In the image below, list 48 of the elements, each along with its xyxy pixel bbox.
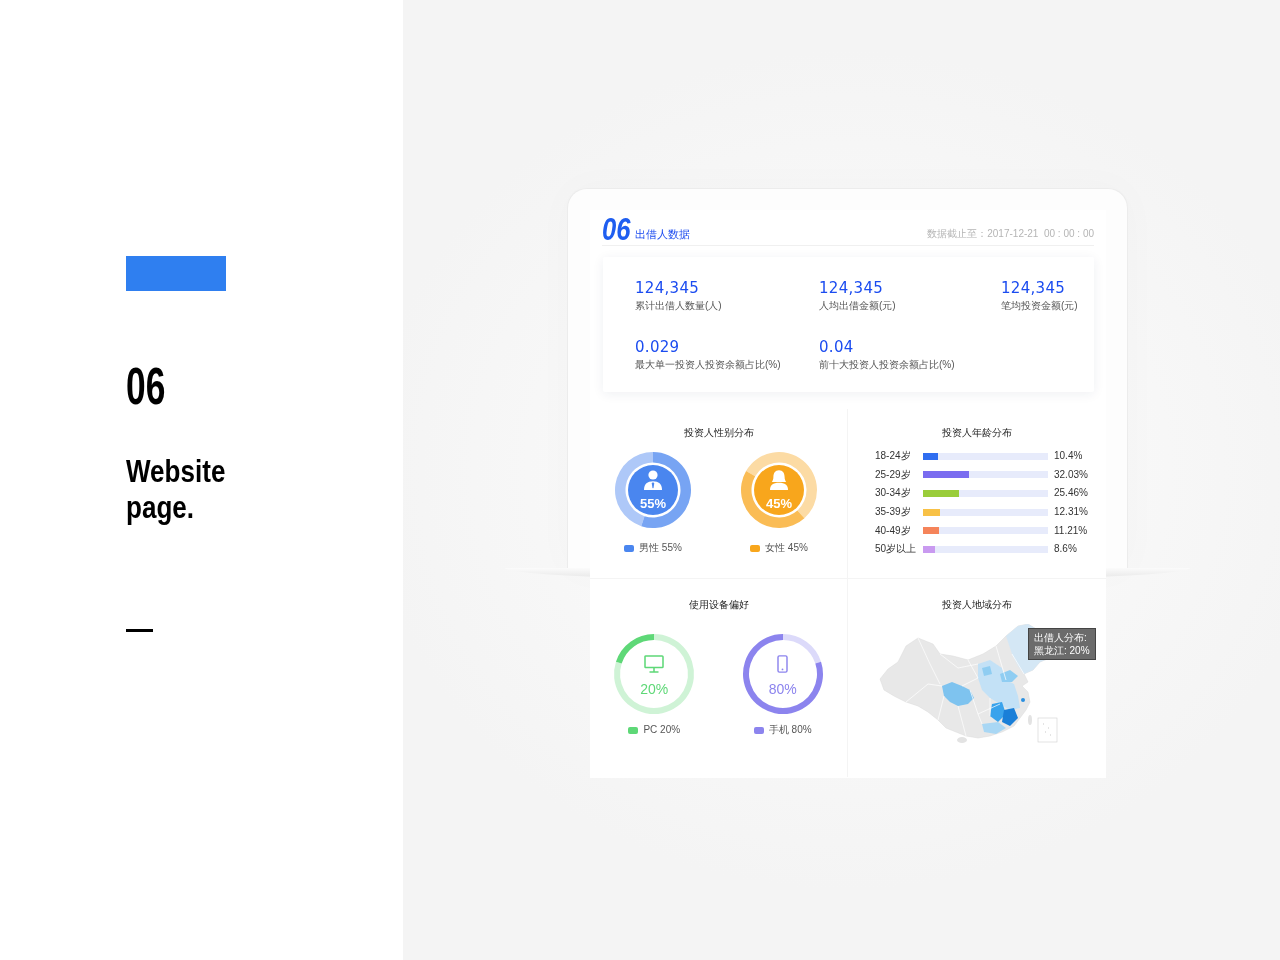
section-number: 06 <box>126 360 166 412</box>
phone-icon <box>777 655 789 673</box>
donut-slice <box>746 452 817 519</box>
tooltip-value: 黑龙江: 20% <box>1034 644 1090 657</box>
percent-reading: 45% <box>766 496 792 512</box>
stat-value: 124,345 <box>1001 279 1066 297</box>
legend-label: PC 20% <box>643 723 681 737</box>
chart-title: 投资人地域分布 <box>942 598 1012 612</box>
age-value: 25.46% <box>1054 487 1089 500</box>
chart-title: 使用设备偏好 <box>688 598 749 612</box>
age-value: 10.4% <box>1054 450 1084 463</box>
stat-label: 最大单一投资人投资余额占比(%) <box>635 358 781 372</box>
chart-title: 投资人年龄分布 <box>942 426 1012 440</box>
timestamp: 数据截止至：2017-12-21 00 : 00 : 00 <box>927 227 1094 241</box>
age-value: 12.31% <box>1054 506 1089 519</box>
age-label: 25-29岁 <box>875 468 912 481</box>
stat-label: 人均出借金额(元) <box>819 299 896 313</box>
stat-value: 0.04 <box>819 338 854 356</box>
monitor-icon <box>644 655 665 673</box>
age-label: 35-39岁 <box>875 506 912 519</box>
section-title: 出借人数据 <box>634 227 690 241</box>
donut-slice <box>741 471 805 528</box>
short-rule <box>126 629 153 632</box>
age-value: 8.6% <box>1054 543 1078 556</box>
age-label: 18-24岁 <box>875 450 912 463</box>
stat-value: 124,345 <box>819 279 884 297</box>
age-label: 40-49岁 <box>875 524 912 537</box>
stat-label: 笔均投资金额(元) <box>1001 299 1078 313</box>
stat-label: 累计出借人数量(人) <box>635 299 722 313</box>
age-label: 50岁以上 <box>875 543 917 556</box>
age-value: 11.21% <box>1054 524 1089 537</box>
stat-value: 124,345 <box>635 279 700 297</box>
legend-label: 手机 80% <box>768 723 812 737</box>
percent-reading: 55% <box>640 496 666 512</box>
stat-value: 0.029 <box>635 338 680 356</box>
age-value: 32.03% <box>1054 468 1089 481</box>
percent-reading: 20% <box>640 681 669 697</box>
logo-number: 06 <box>602 217 631 241</box>
chart-title: 投资人性别分布 <box>683 426 754 440</box>
legend-label: 男性 55% <box>639 541 682 555</box>
page-title: Website page. <box>126 454 227 526</box>
woman-icon <box>769 470 789 490</box>
person-icon <box>643 470 663 490</box>
stat-label: 前十大投资人投资余额占比(%) <box>819 358 955 372</box>
legend-label: 女性 45% <box>765 541 808 555</box>
percent-reading: 80% <box>768 681 797 697</box>
age-label: 30-34岁 <box>875 487 912 500</box>
tooltip-title: 出借人分布: <box>1034 631 1088 644</box>
